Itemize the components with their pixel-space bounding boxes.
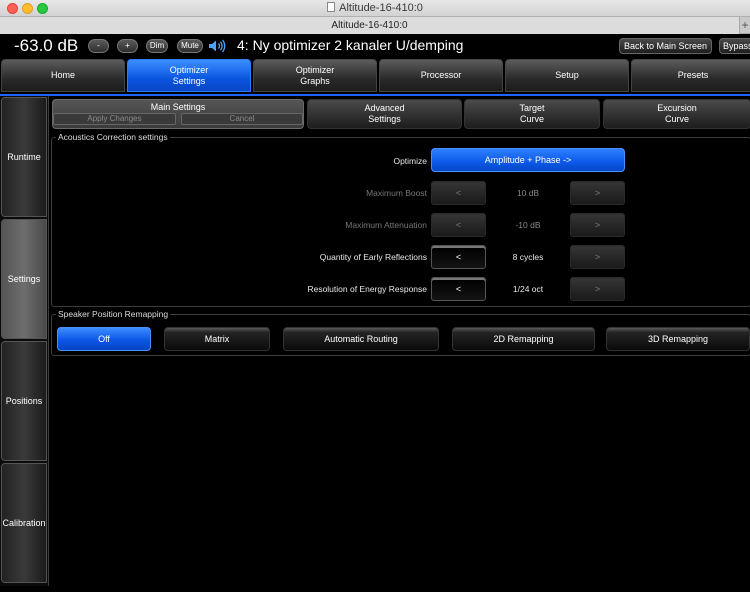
mute-button[interactable]: Mute [177, 39, 203, 53]
subtab-label: Advanced [364, 103, 405, 113]
maximum-boost-label: Maximum Boost [366, 188, 427, 198]
subtab-label: Main Settings [150, 102, 206, 112]
energy-response-decrease[interactable]: < [431, 277, 486, 301]
remap-off-button[interactable]: Off [57, 327, 151, 351]
group-title: Acoustics Correction settings [56, 132, 170, 142]
tab-label: Processor [420, 70, 462, 80]
preset-name: 4: Ny optimizer 2 kanaler U/demping [237, 37, 464, 53]
sidetab-calibration[interactable]: Calibration [1, 463, 47, 583]
group-title: Speaker Position Remapping [56, 309, 171, 319]
maximum-attenuation-value: -10 dB [515, 220, 541, 230]
window-titlebar: Altitude-16-410:0 [0, 0, 750, 17]
early-reflections-increase[interactable]: > [570, 245, 625, 269]
cancel-button[interactable]: Cancel [181, 113, 303, 125]
speaker-remapping-group: Speaker Position Remapping Off Matrix Au… [51, 309, 750, 356]
volume-up-button[interactable]: + [117, 39, 138, 53]
settings-panel: Main Settings Apply Changes Cancel Advan… [48, 96, 750, 586]
maximum-boost-value: 10 dB [516, 188, 540, 198]
new-tab-button[interactable]: + [740, 17, 750, 34]
tab-label: Graphs [300, 75, 330, 86]
acoustics-correction-group: Acoustics Correction settings Optimize A… [51, 132, 750, 307]
remap-3d-button[interactable]: 3D Remapping [606, 327, 750, 351]
tab-label: Optimizer [295, 64, 335, 75]
sidetab-runtime[interactable]: Runtime [1, 97, 47, 217]
early-reflections-label: Quantity of Early Reflections [319, 252, 427, 262]
volume-readout: -63.0 dB [14, 36, 79, 55]
energy-response-value: 1/24 oct [512, 284, 544, 294]
tab-processor[interactable]: Processor [379, 59, 503, 92]
tab-optimizer-settings[interactable]: Optimizer Settings [127, 59, 251, 92]
dim-button[interactable]: Dim [146, 39, 168, 53]
energy-response-increase[interactable]: > [570, 277, 625, 301]
app-root: -63.0 dB - + Dim Mute 4: Ny optimizer 2 … [0, 34, 750, 592]
early-reflections-decrease[interactable]: < [431, 245, 486, 269]
maximum-boost-increase[interactable]: > [570, 181, 625, 205]
browser-tabstrip: Altitude-16-410:0 + [0, 17, 750, 34]
energy-response-label: Resolution of Energy Response [307, 284, 427, 294]
sidetab-positions[interactable]: Positions [1, 341, 47, 461]
optimize-label: Optimize [393, 156, 427, 166]
remap-2d-button[interactable]: 2D Remapping [452, 327, 595, 351]
subtab-excursion-curve[interactable]: Excursion Curve [603, 99, 750, 129]
subtab-label: Excursion [657, 103, 697, 113]
top-bar: -63.0 dB - + Dim Mute 4: Ny optimizer 2 … [0, 34, 750, 58]
browser-tab[interactable]: Altitude-16-410:0 [0, 17, 740, 34]
subtab-label: Curve [519, 114, 544, 124]
early-reflections-value: 8 cycles [512, 252, 544, 262]
subtab-label: Target [519, 103, 545, 113]
maximum-attenuation-decrease[interactable]: < [431, 213, 486, 237]
volume-down-button[interactable]: - [88, 39, 109, 53]
content-frame: Runtime Settings Positions Calibration M… [0, 94, 750, 586]
maximum-attenuation-increase[interactable]: > [570, 213, 625, 237]
tab-optimizer-graphs[interactable]: Optimizer Graphs [253, 59, 377, 92]
speaker-icon[interactable] [208, 39, 226, 53]
optimize-mode-button[interactable]: Amplitude + Phase -> [431, 148, 625, 172]
main-tabs: Home Optimizer Settings Optimizer Graphs P… [0, 59, 750, 93]
tab-label: Presets [677, 70, 709, 80]
sidetab-settings[interactable]: Settings [1, 219, 47, 339]
tab-label: Setup [555, 70, 579, 80]
subtab-target-curve[interactable]: Target Curve [464, 99, 600, 129]
bypass-button[interactable]: Bypass [719, 38, 750, 54]
remap-matrix-button[interactable]: Matrix [164, 327, 270, 351]
maximum-boost-decrease[interactable]: < [431, 181, 486, 205]
window-title: Altitude-16-410:0 [0, 2, 750, 14]
subtab-label: Curve [664, 114, 689, 124]
tab-home[interactable]: Home [1, 59, 125, 92]
back-to-main-screen-button[interactable]: Back to Main Screen [619, 38, 712, 54]
subtab-label: Settings [368, 114, 401, 124]
tab-setup[interactable]: Setup [505, 59, 629, 92]
tab-label: Settings [172, 75, 206, 86]
maximum-attenuation-label: Maximum Attenuation [345, 220, 427, 230]
subtab-advanced-settings[interactable]: Advanced Settings [307, 99, 462, 129]
document-icon [327, 2, 336, 12]
remap-automatic-routing-button[interactable]: Automatic Routing [283, 327, 439, 351]
tab-presets[interactable]: Presets [631, 59, 750, 92]
apply-changes-button[interactable]: Apply Changes [53, 113, 176, 125]
window-title-text: Altitude-16-410:0 [339, 2, 423, 14]
tab-label: Optimizer [169, 64, 209, 75]
tab-label: Home [50, 70, 75, 80]
